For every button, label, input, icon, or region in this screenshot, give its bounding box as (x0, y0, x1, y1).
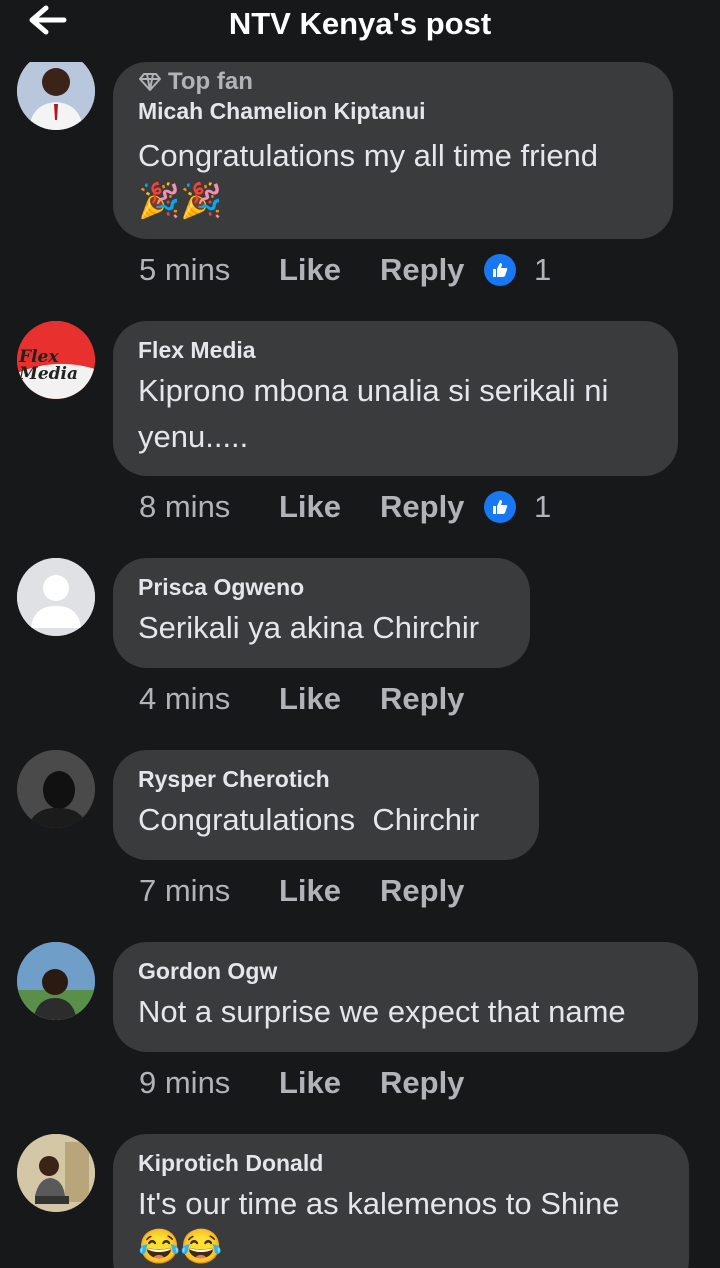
like-button[interactable]: Like (279, 252, 380, 288)
comment-text: Serikali ya akina Chirchir (138, 610, 480, 645)
comment-text: Congratulations Chirchir (138, 802, 480, 837)
avatar[interactable] (17, 1134, 95, 1212)
reply-button[interactable]: Reply (380, 1065, 484, 1101)
comment-time[interactable]: 8 mins (139, 489, 279, 525)
reply-button[interactable]: Reply (380, 873, 484, 909)
like-button[interactable]: Like (279, 1065, 380, 1101)
thumbs-up-icon (484, 491, 516, 523)
comment-bubble[interactable]: Rysper Cherotich Congratulations Chirchi… (113, 750, 539, 860)
comment-actions: 9 mins Like Reply (139, 1065, 484, 1101)
reaction-count-value: 1 (534, 489, 552, 524)
like-button[interactable]: Like (279, 489, 380, 525)
default-avatar-icon (17, 558, 95, 636)
reply-button[interactable]: Reply (380, 681, 484, 717)
commenter-name[interactable]: Micah Chamelion Kiptanui (138, 98, 647, 125)
like-button[interactable]: Like (279, 681, 380, 717)
comment-actions: 7 mins Like Reply (139, 873, 484, 909)
comment-bubble[interactable]: Gordon Ogw Not a surprise we expect that… (113, 942, 698, 1052)
comment-time[interactable]: 4 mins (139, 681, 279, 717)
comment-bubble[interactable]: Flex Media Kiprono mbona unalia si serik… (113, 321, 678, 476)
commenter-name[interactable]: Flex Media (138, 337, 652, 364)
commenter-name[interactable]: Rysper Cherotich (138, 766, 513, 793)
avatar[interactable] (17, 558, 95, 636)
diamond-icon (139, 73, 161, 91)
comment-text: It's our time as kalemenos to Shine (138, 1186, 620, 1221)
comment-bubble[interactable]: Kiprotich Donald It's our time as kaleme… (113, 1134, 689, 1268)
commenter-name[interactable]: Kiprotich Donald (138, 1150, 663, 1177)
commenter-name[interactable]: Prisca Ogweno (138, 574, 504, 601)
comment-bubble[interactable]: Prisca Ogweno Serikali ya akina Chirchir (113, 558, 530, 668)
laughing-emoji: 😂😂 (138, 1228, 223, 1266)
comment-text: Not a surprise we expect that name (138, 994, 626, 1029)
comment-time[interactable]: 9 mins (139, 1065, 279, 1101)
reply-button[interactable]: Reply (380, 489, 484, 525)
reply-button[interactable]: Reply (380, 252, 484, 288)
comment-text-line-2: yenu..... (138, 419, 249, 454)
comment-actions: 4 mins Like Reply (139, 681, 484, 717)
page-title: NTV Kenya's post (228, 6, 492, 41)
comment-list[interactable]: Top fan Micah Chamelion Kiptanui Congrat… (0, 62, 720, 1268)
commenter-name[interactable]: Gordon Ogw (138, 958, 672, 985)
comment-bubble[interactable]: Top fan Micah Chamelion Kiptanui Congrat… (113, 62, 673, 239)
comment-time[interactable]: 7 mins (139, 873, 279, 909)
thumbs-up-icon (484, 254, 516, 286)
avatar[interactable] (17, 942, 95, 1020)
avatar[interactable] (17, 62, 95, 130)
party-popper-emoji: 🎉🎉 (138, 182, 223, 220)
reaction-count-value: 1 (534, 252, 552, 287)
top-fan-badge: Top fan (138, 68, 647, 96)
top-bar: NTV Kenya's post (0, 0, 720, 62)
avatar-logo-text: Flex Media (19, 347, 78, 384)
like-button[interactable]: Like (279, 873, 380, 909)
comment-actions: 5 mins Like Reply 1 (139, 252, 551, 288)
comment-text: Congratulations my all time friend (138, 138, 599, 173)
reaction-count[interactable]: 1 (484, 489, 551, 525)
comment-text-line-1: Kiprono mbona unalia si serikali ni (138, 373, 609, 408)
reaction-count[interactable]: 1 (484, 252, 551, 288)
comment-actions: 8 mins Like Reply 1 (139, 489, 551, 525)
badge-label: Top fan (168, 68, 253, 95)
avatar[interactable]: Flex Media (17, 321, 95, 399)
comment-time[interactable]: 5 mins (139, 252, 279, 288)
avatar[interactable] (17, 750, 95, 828)
